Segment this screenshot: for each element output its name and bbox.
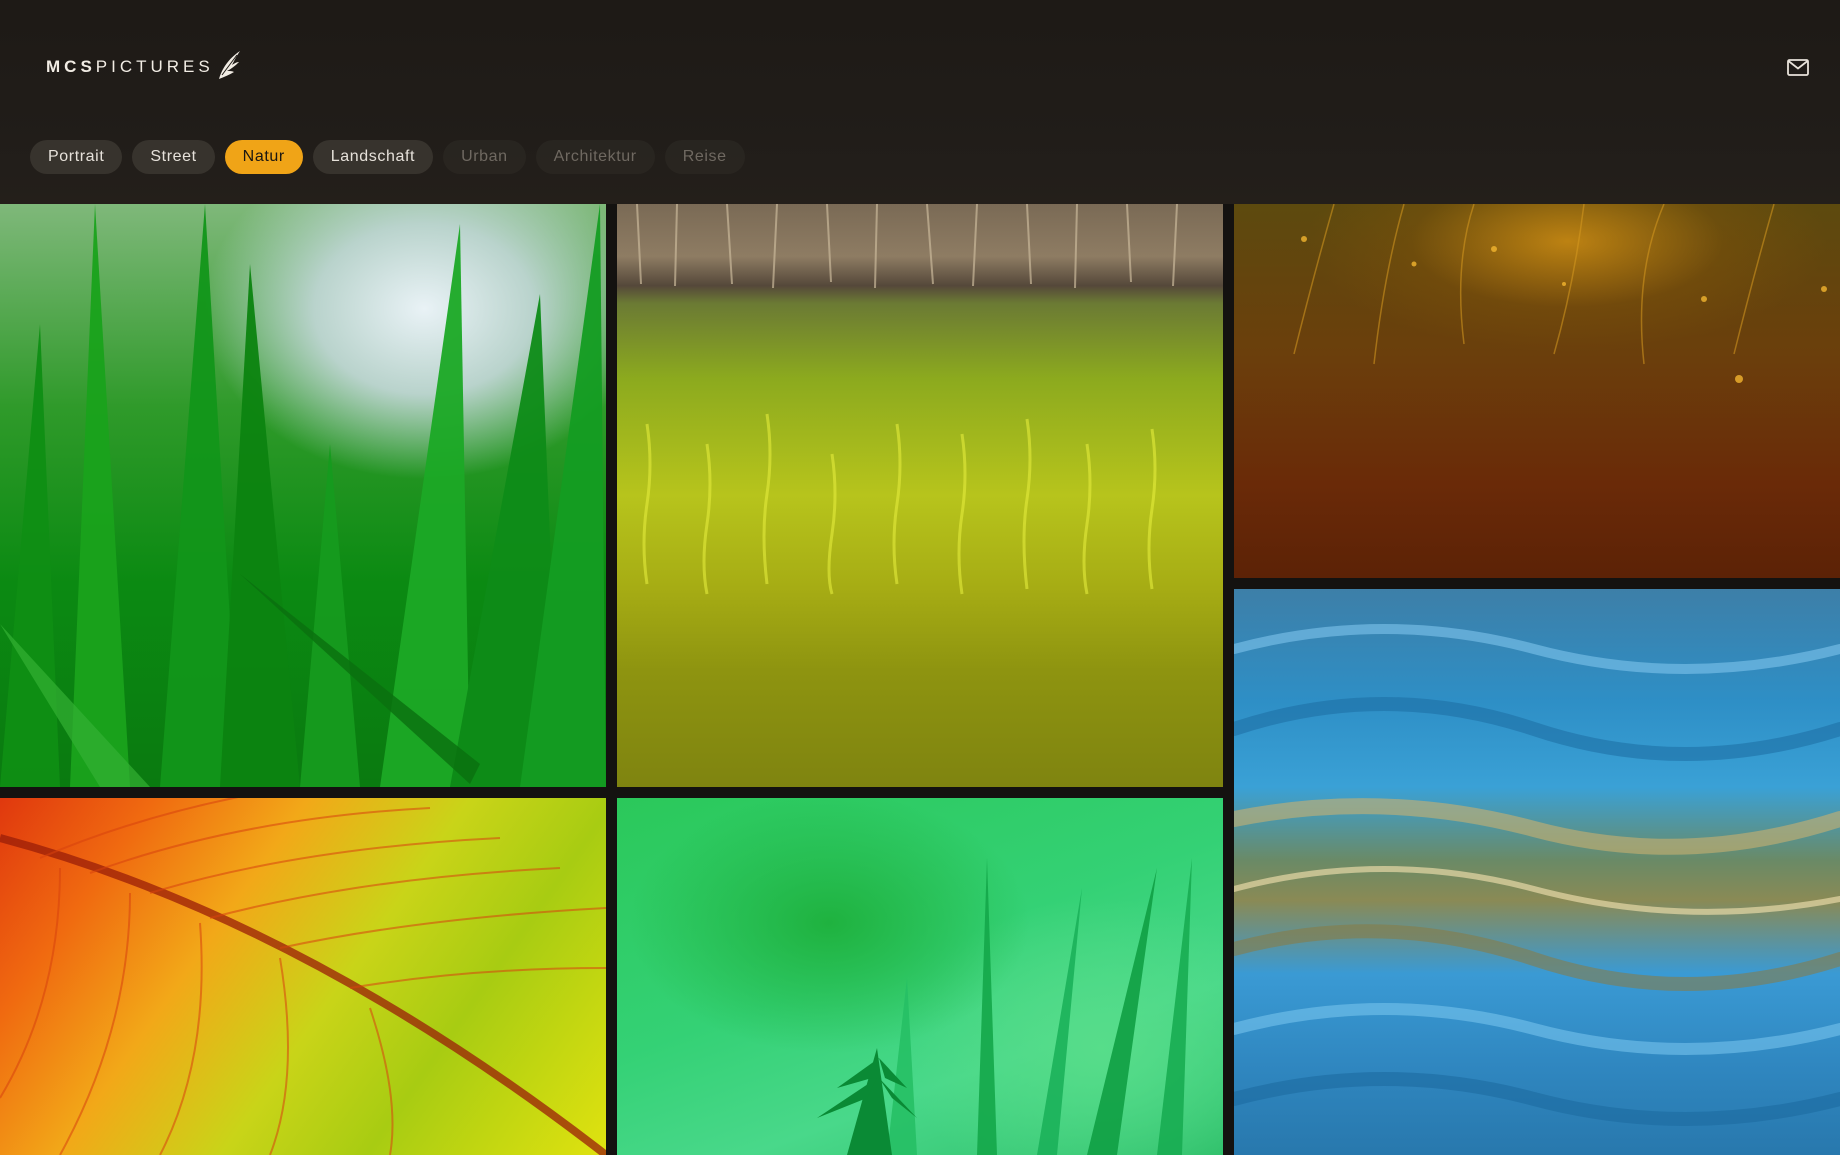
leaf-illustration xyxy=(0,798,606,1155)
photo-water-ripples[interactable] xyxy=(1234,589,1840,1155)
filter-natur[interactable]: Natur xyxy=(224,140,303,174)
category-filters: Portrait Street Natur Landschaft Urban A… xyxy=(30,140,745,174)
filter-reise[interactable]: Reise xyxy=(664,140,745,174)
wing-icon xyxy=(216,49,242,85)
filter-urban[interactable]: Urban xyxy=(443,140,526,174)
logo-name-bold: MCS xyxy=(46,57,96,76)
grass-illustration xyxy=(0,204,606,787)
site-header: MCS PICTURES Portrait Street Natur Lands… xyxy=(0,0,1840,204)
photo-grass[interactable] xyxy=(0,204,606,787)
logo-name-light: PICTURES xyxy=(95,57,214,76)
filter-architektur[interactable]: Architektur xyxy=(535,140,655,174)
filter-landschaft[interactable]: Landschaft xyxy=(312,140,434,174)
filter-portrait[interactable]: Portrait xyxy=(30,140,123,174)
photo-golden-grass[interactable] xyxy=(1234,204,1840,578)
photo-reeds[interactable] xyxy=(617,204,1223,787)
reeds-illustration xyxy=(636,204,1178,595)
fern-illustration xyxy=(817,858,1192,1155)
mail-icon[interactable] xyxy=(1786,56,1810,78)
photo-fern[interactable] xyxy=(617,798,1223,1155)
golden-grass-illustration xyxy=(1293,204,1827,383)
logo-text: MCS PICTURES xyxy=(46,57,214,77)
water-illustration xyxy=(1234,624,1840,1126)
photo-leaf[interactable] xyxy=(0,798,606,1155)
filter-street[interactable]: Street xyxy=(132,140,215,174)
site-logo[interactable]: MCS PICTURES xyxy=(46,50,242,84)
